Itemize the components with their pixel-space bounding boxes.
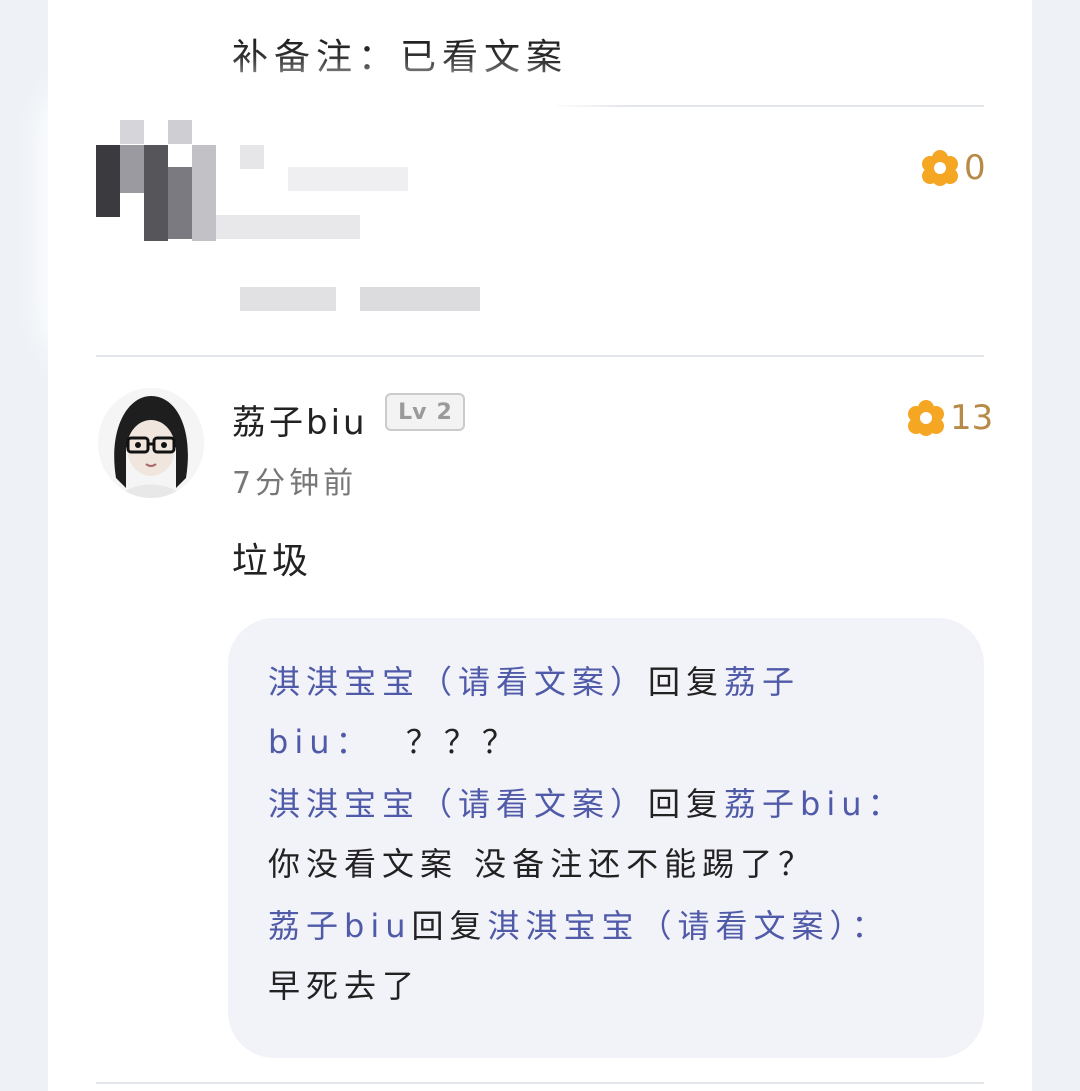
comment-like-button[interactable]: 13 [908,398,993,438]
comment-time: 7分钟前 [232,466,358,501]
reply-to[interactable]: 荔子biu [724,785,868,823]
divider [96,1082,984,1084]
reply-text: ？？？ [405,723,520,761]
divider [96,355,984,357]
user-avatar[interactable] [98,388,204,498]
reply-item[interactable]: 淇淇宝宝（请看文案）回复荔子biu： ？？？ [268,652,908,772]
reply-separator: ： [867,785,906,823]
redacted-comment-blur [60,95,630,360]
reply-to[interactable]: 淇淇宝宝（请看文案） [488,907,852,945]
like-count: 0 [964,148,986,188]
reply-action: 回复 [648,785,725,823]
reply-separator: ： [335,723,374,761]
flower-like-icon [908,400,944,436]
reply-separator: ： [851,907,890,945]
reply-text: 早死去了 [268,967,421,1005]
flower-like-icon [922,150,958,186]
reply-action: 回复 [411,907,488,945]
like-count: 13 [950,398,994,438]
level-number: 2 [436,399,452,425]
reply-text: 你没看文案 没备注还不能踢了？ [268,845,817,883]
reply-from[interactable]: 荔子biu [268,907,412,945]
top-note-text: 补备注：已看文案 [232,37,569,78]
redacted-like-button[interactable]: 0 [922,148,986,188]
reply-action: 回复 [648,663,725,701]
comment-text: 垃圾 [232,541,313,582]
reply-item[interactable]: 淇淇宝宝（请看文案）回复荔子biu： 你没看文案 没备注还不能踢了？ [268,774,908,894]
level-prefix: Lv [398,399,427,425]
reply-item[interactable]: 荔子biu回复淇淇宝宝（请看文案）： 早死去了 [268,896,908,1016]
reply-from[interactable]: 淇淇宝宝（请看文案） [268,663,648,701]
reply-from[interactable]: 淇淇宝宝（请看文案） [268,785,648,823]
comment-username[interactable]: 荔子biu [232,395,368,444]
level-badge: Lv 2 [385,393,465,431]
